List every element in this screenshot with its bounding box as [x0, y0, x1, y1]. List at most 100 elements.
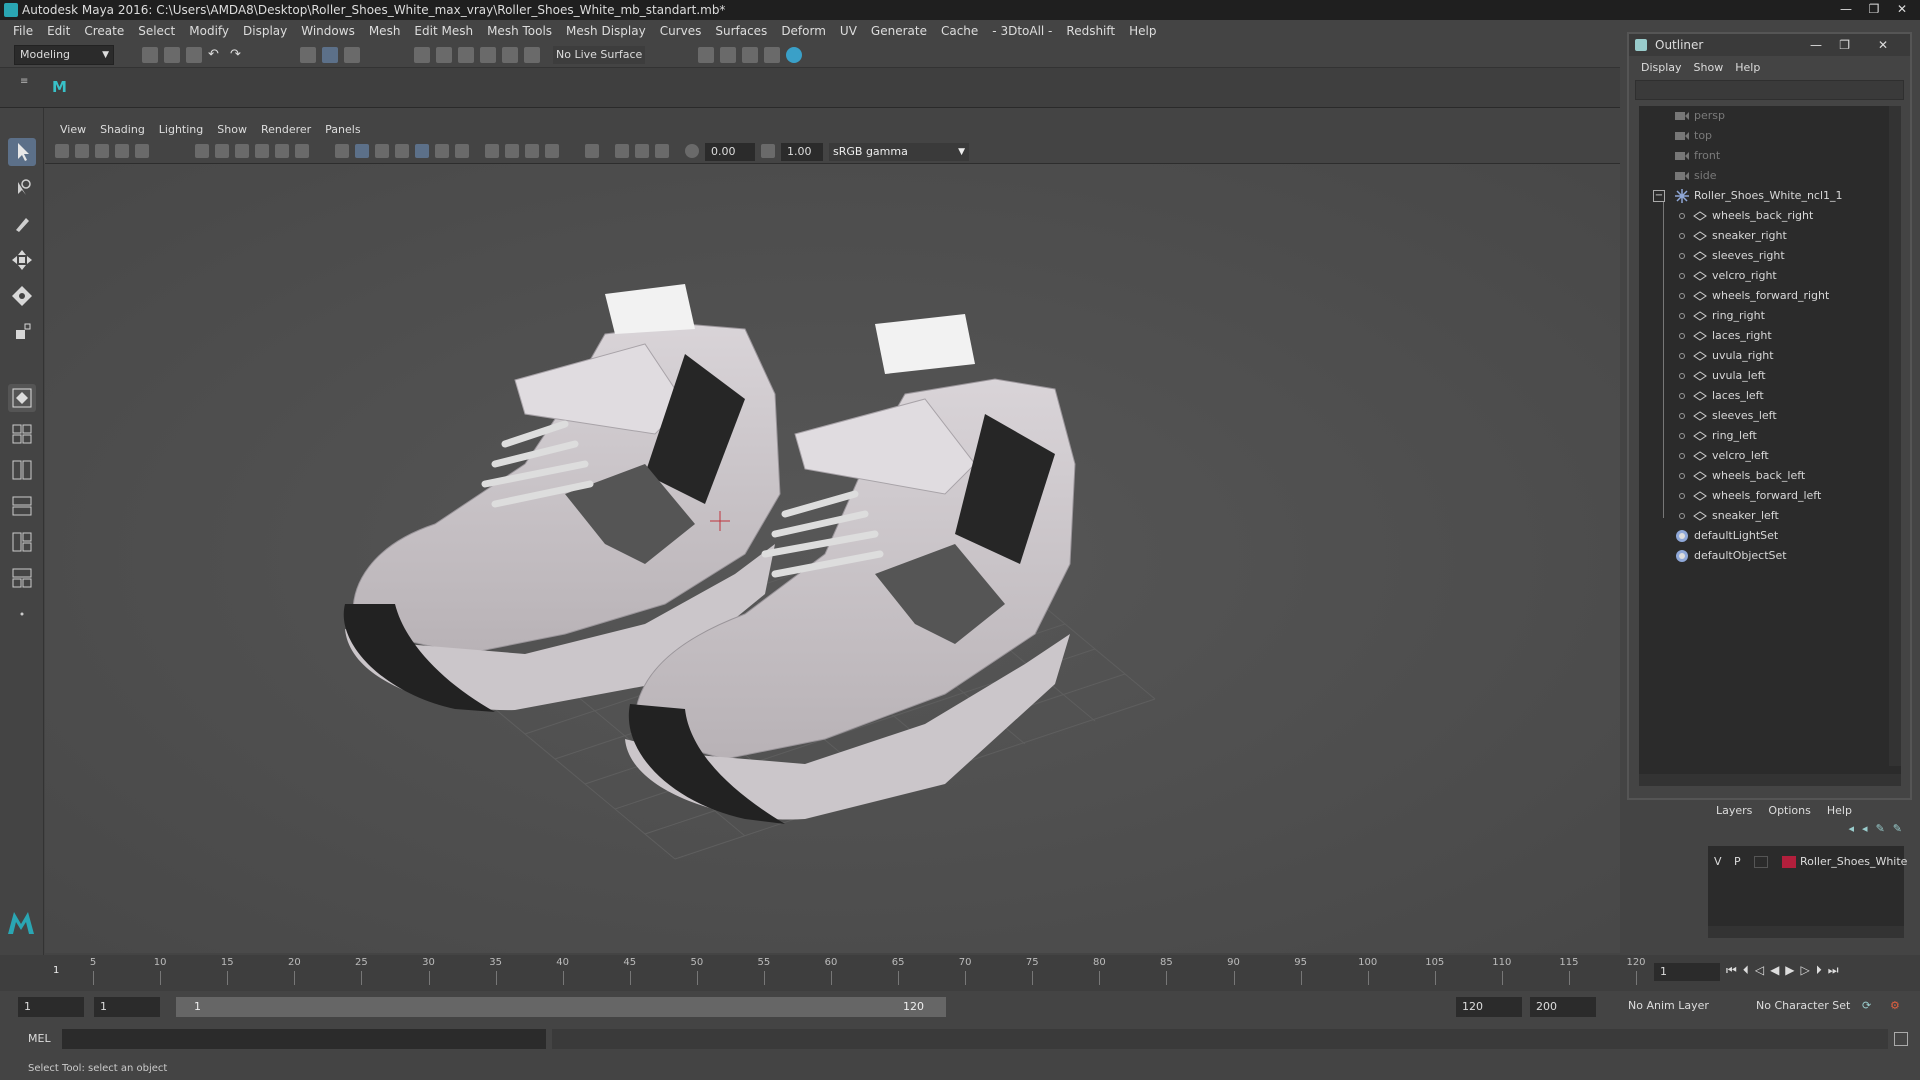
- close-button[interactable]: ✕: [1888, 0, 1916, 18]
- backface-culling-icon[interactable]: [655, 144, 669, 158]
- menu-redshift[interactable]: Redshift: [1059, 24, 1122, 38]
- save-scene-icon[interactable]: [186, 47, 202, 63]
- mel-command-input[interactable]: [62, 1029, 546, 1049]
- scene-canvas[interactable]: persp: [45, 164, 1620, 953]
- outliner-item-mesh[interactable]: sneaker_left: [1639, 506, 1901, 526]
- render-view-icon[interactable]: [698, 47, 714, 63]
- safe-action-icon[interactable]: [295, 144, 309, 158]
- image-plane-icon[interactable]: [115, 144, 129, 158]
- menu-curves[interactable]: Curves: [653, 24, 709, 38]
- menu-uv[interactable]: UV: [833, 24, 864, 38]
- color-space-dropdown[interactable]: sRGB gamma ▼: [829, 143, 969, 161]
- move-layer-down-icon[interactable]: ◂: [1862, 822, 1868, 835]
- outliner-close-button[interactable]: ✕: [1878, 34, 1888, 56]
- anti-aliasing-icon[interactable]: [505, 144, 519, 158]
- xray-active-icon[interactable]: [635, 144, 649, 158]
- outliner-item-group[interactable]: − Roller_Shoes_White_ncl1_1: [1639, 186, 1901, 206]
- menu-3dtoall[interactable]: - 3DtoAll -: [985, 24, 1059, 38]
- menu-cache[interactable]: Cache: [934, 24, 985, 38]
- move-tool-button[interactable]: [8, 246, 36, 274]
- menu-set-dropdown[interactable]: Modeling ▼: [14, 45, 114, 65]
- snap-point-icon[interactable]: [458, 47, 474, 63]
- more-layouts-button[interactable]: [8, 600, 36, 628]
- end-frame-field[interactable]: 200: [1530, 997, 1596, 1017]
- outliner-item-mesh[interactable]: ring_left: [1639, 426, 1901, 446]
- snap-surface-icon[interactable]: [502, 47, 518, 63]
- menu-mesh-tools[interactable]: Mesh Tools: [480, 24, 559, 38]
- motion-blur-icon[interactable]: [485, 144, 499, 158]
- xray-icon[interactable]: [545, 144, 559, 158]
- outliner-item-mesh[interactable]: uvula_right: [1639, 346, 1901, 366]
- outliner-item-mesh[interactable]: wheels_forward_left: [1639, 486, 1901, 506]
- outliner-menu-show[interactable]: Show: [1688, 61, 1730, 74]
- menu-mesh-display[interactable]: Mesh Display: [559, 24, 653, 38]
- bookmark-icon[interactable]: [95, 144, 109, 158]
- outliner-vertical-scrollbar[interactable]: [1889, 106, 1901, 766]
- script-editor-icon[interactable]: [1894, 1032, 1908, 1046]
- gamma-field[interactable]: 1.00: [781, 143, 823, 161]
- outliner-item-mesh[interactable]: laces_right: [1639, 326, 1901, 346]
- paint-select-tool-button[interactable]: [8, 210, 36, 238]
- outliner-item-mesh[interactable]: velcro_left: [1639, 446, 1901, 466]
- auto-key-icon[interactable]: ⟳: [1862, 999, 1871, 1012]
- layer-visibility-toggle[interactable]: V: [1714, 852, 1722, 872]
- play-backward-icon[interactable]: ◀: [1770, 963, 1779, 978]
- outliner-item-mesh[interactable]: sleeves_left: [1639, 406, 1901, 426]
- new-layer-selected-icon[interactable]: ✎: [1893, 822, 1902, 835]
- playback-start-field[interactable]: 1: [94, 997, 160, 1017]
- ipr-render-icon[interactable]: [742, 47, 758, 63]
- maya-shelf-icon[interactable]: M: [52, 78, 74, 98]
- layer-horizontal-scrollbar[interactable]: [1708, 926, 1904, 938]
- menu-deform[interactable]: Deform: [774, 24, 833, 38]
- step-forward-key-icon[interactable]: ⏵: [1816, 963, 1822, 978]
- layer-color-swatch[interactable]: [1782, 856, 1796, 868]
- menu-file[interactable]: File: [6, 24, 40, 38]
- exposure-field[interactable]: 0.00: [705, 143, 755, 161]
- viewport-menu-shading[interactable]: Shading: [93, 123, 152, 136]
- outliner-item-persp[interactable]: persp: [1639, 106, 1901, 126]
- viewport-menu-lighting[interactable]: Lighting: [152, 123, 210, 136]
- snap-grid-icon[interactable]: [414, 47, 430, 63]
- outliner-menu-display[interactable]: Display: [1635, 61, 1688, 74]
- layer-display-type-toggle[interactable]: [1754, 856, 1768, 868]
- outliner-item-mesh[interactable]: velcro_right: [1639, 266, 1901, 286]
- camera-attributes-icon[interactable]: [75, 144, 89, 158]
- new-scene-icon[interactable]: [142, 47, 158, 63]
- go-to-start-icon[interactable]: ⏮: [1726, 963, 1737, 978]
- layers-menu-options[interactable]: Options: [1760, 804, 1818, 817]
- rotate-tool-button[interactable]: [8, 282, 36, 310]
- viewport-menu-panels[interactable]: Panels: [318, 123, 367, 136]
- isolate-select-icon[interactable]: [585, 144, 599, 158]
- select-hierarchy-icon[interactable]: [300, 47, 316, 63]
- shadows-icon[interactable]: [435, 144, 449, 158]
- animation-preferences-icon[interactable]: ⚙: [1890, 999, 1900, 1012]
- smooth-shade-icon[interactable]: [355, 144, 369, 158]
- hypershade-icon[interactable]: [786, 47, 802, 63]
- redo-icon[interactable]: ↷: [230, 47, 246, 63]
- step-back-frame-icon[interactable]: ◁: [1755, 963, 1764, 978]
- outliner-item-mesh[interactable]: wheels_forward_right: [1639, 286, 1901, 306]
- outliner-maximize-button[interactable]: ❐: [1839, 34, 1850, 56]
- field-chart-icon[interactable]: [275, 144, 289, 158]
- xray-joints-icon[interactable]: [615, 144, 629, 158]
- maximize-button[interactable]: ❐: [1860, 0, 1888, 18]
- outliner-layout-button[interactable]: [8, 492, 36, 520]
- hypershade-layout-button[interactable]: [8, 564, 36, 592]
- make-live-icon[interactable]: [524, 47, 540, 63]
- start-frame-field[interactable]: 1: [18, 997, 84, 1017]
- range-slider[interactable]: 1 120: [176, 997, 946, 1017]
- menu-edit-mesh[interactable]: Edit Mesh: [407, 24, 480, 38]
- script-language-label[interactable]: MEL: [28, 1032, 51, 1045]
- menu-display[interactable]: Display: [236, 24, 294, 38]
- viewport-menu-renderer[interactable]: Renderer: [254, 123, 318, 136]
- outliner-item-set[interactable]: defaultObjectSet: [1639, 546, 1901, 566]
- select-tool-button[interactable]: [8, 138, 36, 166]
- move-layer-up-icon[interactable]: ◂: [1849, 822, 1855, 835]
- four-view-layout-button[interactable]: [8, 420, 36, 448]
- menu-help[interactable]: Help: [1122, 24, 1163, 38]
- layer-playback-toggle[interactable]: P: [1734, 852, 1741, 872]
- select-component-icon[interactable]: [344, 47, 360, 63]
- menu-generate[interactable]: Generate: [864, 24, 934, 38]
- outliner-horizontal-scrollbar[interactable]: [1639, 774, 1901, 786]
- current-frame-field[interactable]: 1: [1654, 963, 1720, 981]
